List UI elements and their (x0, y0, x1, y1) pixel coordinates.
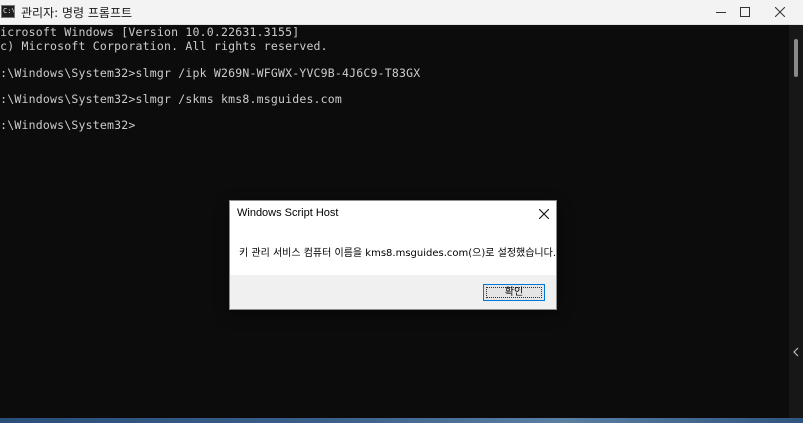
title-bar[interactable]: C:\ 관리자: 명령 프롬프트 (0, 0, 803, 25)
command-prompt-icon: C:\ (1, 5, 15, 18)
scrollbar-thumb[interactable] (794, 39, 798, 77)
console-line: C:\Windows\System32>slmgr /ipk W269N-WFG… (0, 66, 421, 80)
ok-button[interactable]: 확인 (483, 284, 545, 301)
scroll-arrow-icon[interactable] (792, 347, 800, 357)
ok-button-label: 확인 (486, 287, 542, 298)
desktop-strip (0, 418, 803, 423)
console-line: (c) Microsoft Corporation. All rights re… (0, 39, 328, 53)
dialog-message: 키 관리 서비스 컴퓨터 이름을 kms8.msguides.com(으)로 설… (239, 248, 556, 259)
vertical-scrollbar[interactable] (789, 25, 803, 423)
dialog-footer: 확인 (230, 275, 556, 309)
console-line: C:\Windows\System32> (0, 118, 136, 132)
script-host-dialog: Windows Script Host 키 관리 서비스 컴퓨터 이름을 kms… (229, 200, 557, 310)
window-title: 관리자: 명령 프롬프트 (21, 6, 133, 20)
close-icon (539, 209, 549, 219)
dialog-close-button[interactable] (534, 205, 554, 223)
console-line: Microsoft Windows [Version 10.0.22631.31… (0, 25, 300, 39)
close-icon (775, 7, 785, 17)
close-button[interactable] (757, 0, 803, 24)
dialog-title: Windows Script Host (237, 207, 339, 219)
console-line: C:\Windows\System32>slmgr /skms kms8.msg… (0, 92, 343, 106)
maximize-icon (740, 7, 750, 17)
